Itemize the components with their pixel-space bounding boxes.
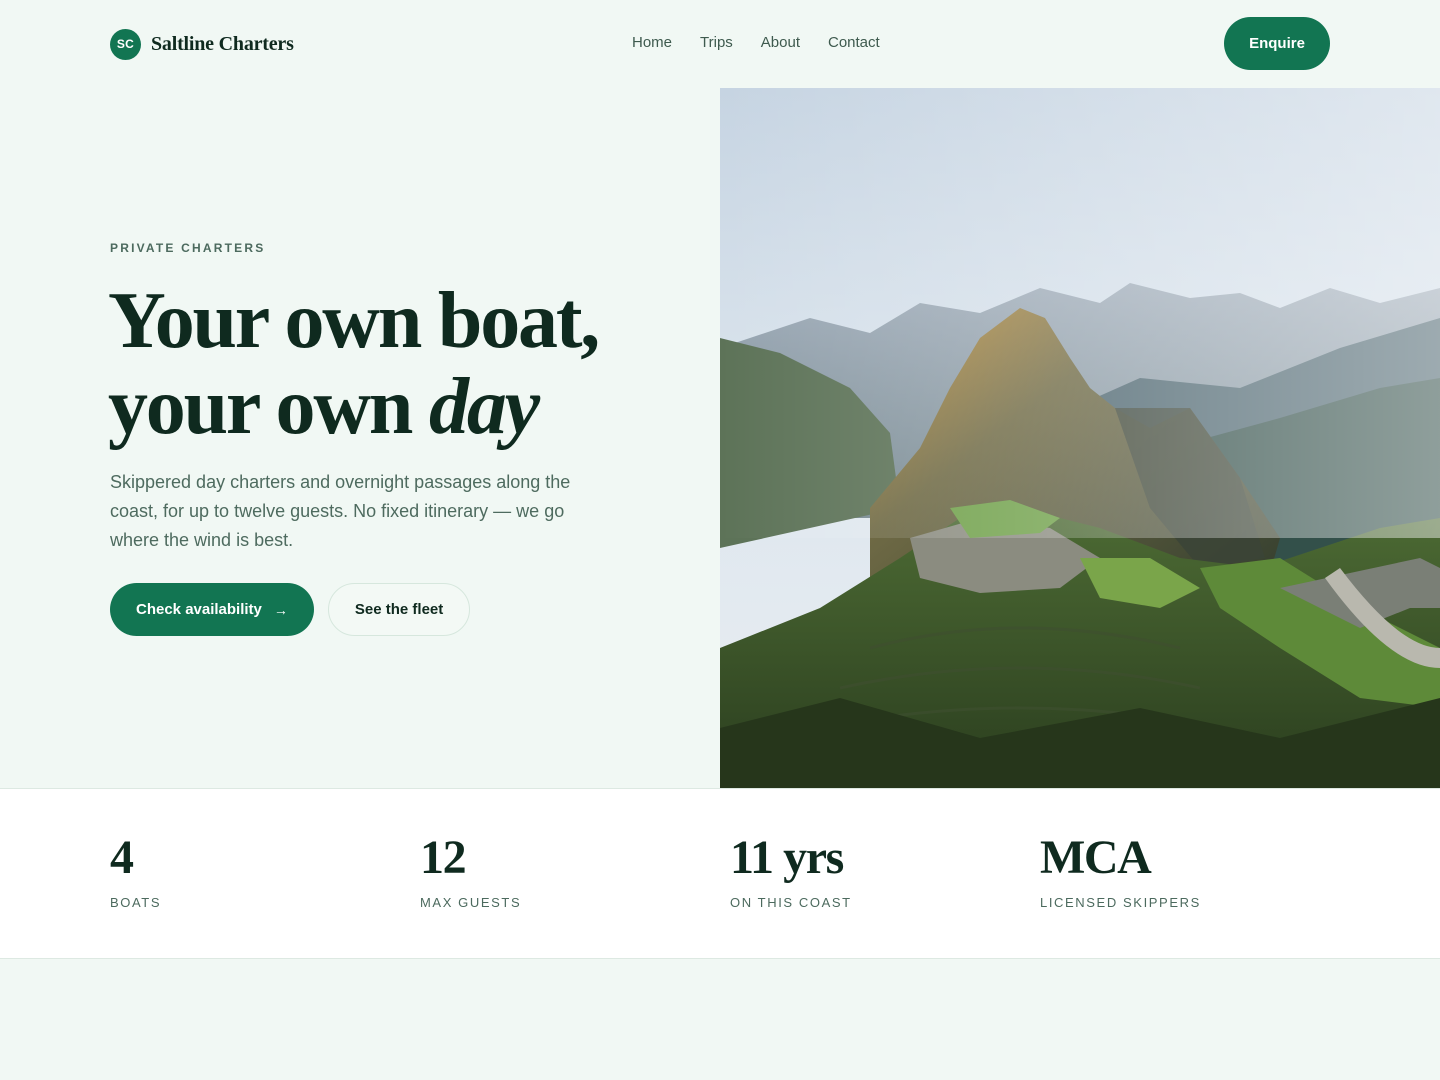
check-availability-label: Check availability [136,601,262,618]
hero-eyebrow: PRIVATE CHARTERS [110,241,266,255]
headline-line-2: your own day [108,364,688,450]
stat-label: ON THIS COAST [730,895,852,910]
brand-logo[interactable]: SC Saltline Charters [110,28,294,60]
stat-licensed: MCA LICENSED SKIPPERS [1040,831,1201,910]
stat-value: 12 [420,831,467,884]
hero-headline: Your own boat, your own day [108,278,688,450]
stat-years: 11 yrs ON THIS COAST [730,831,852,910]
see-fleet-button[interactable]: See the fleet [327,583,471,636]
stat-value: 11 yrs [730,831,844,884]
check-availability-button[interactable]: Check availability → [110,583,314,636]
nav-link-contact[interactable]: Contact [814,30,894,55]
brand-name: Saltline Charters [151,32,294,55]
stat-value: MCA [1040,831,1152,884]
stat-label: MAX GUESTS [420,895,522,910]
enquire-button[interactable]: Enquire [1224,17,1330,70]
nav-link-about[interactable]: About [747,30,814,55]
stats-strip: 4 BOATS 12 MAX GUESTS 11 yrs ON THIS COA… [0,788,1440,959]
nav-link-home[interactable]: Home [618,30,686,55]
stat-boats: 4 BOATS [110,831,161,910]
site-header: SC Saltline Charters Home Trips About Co… [0,0,1440,88]
stat-label: BOATS [110,895,162,910]
stat-label: LICENSED SKIPPERS [1040,895,1201,910]
hero-lede: Skippered day charters and overnight pas… [110,472,571,550]
main-nav: Home Trips About Contact [618,30,894,55]
hero-cta-row: Check availability → See the fleet [110,583,471,636]
stat-value: 4 [110,831,134,884]
headline-line-2-text: your own [108,363,430,451]
hero-photo [720,88,1440,788]
headline-line-1: Your own boat, [108,277,600,365]
headline-emphasis: day [429,363,540,451]
arrow-right-icon: → [273,601,288,618]
stat-max-guests: 12 MAX GUESTS [420,831,521,910]
nav-link-trips[interactable]: Trips [686,30,747,55]
brand-mark: SC [110,28,141,60]
